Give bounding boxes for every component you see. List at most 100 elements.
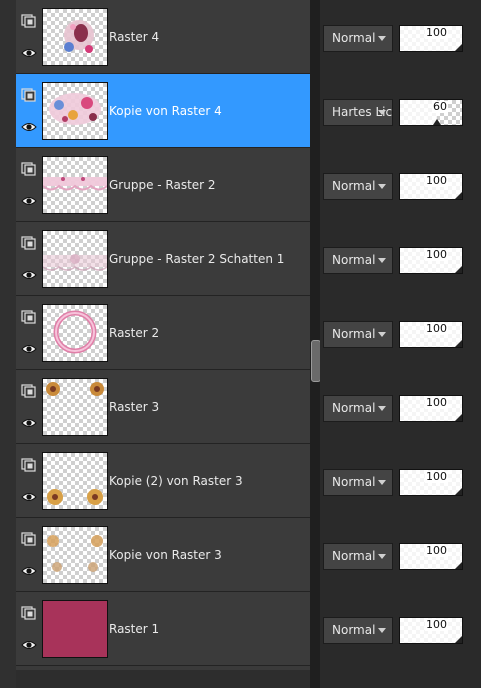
blend-mode-dropdown[interactable]: Hartes Licht (323, 99, 393, 126)
opacity-marker[interactable] (455, 636, 462, 643)
layer-name[interactable]: Kopie von Raster 3 (109, 548, 222, 562)
opacity-slider[interactable]: 100 (399, 321, 463, 348)
layer-mask-icon[interactable] (21, 162, 37, 176)
layer-name[interactable]: Kopie (2) von Raster 3 (109, 474, 243, 488)
layer-mask-icon[interactable] (21, 236, 37, 250)
opacity-value: 100 (425, 470, 448, 483)
chevron-down-icon[interactable] (378, 332, 386, 337)
opacity-marker[interactable] (455, 340, 462, 347)
chevron-down-icon[interactable] (378, 480, 386, 485)
opacity-slider[interactable]: 100 (399, 617, 463, 644)
eye-icon[interactable] (21, 268, 37, 282)
layer-properties-row: Hartes Licht 60 (320, 74, 481, 147)
chevron-down-icon[interactable] (378, 184, 386, 189)
layer-properties-row: Normal 100 (320, 444, 481, 517)
eye-icon[interactable] (21, 120, 37, 134)
layer-row[interactable]: Raster 2 (16, 296, 310, 370)
layer-name[interactable]: Raster 1 (109, 622, 159, 636)
opacity-value: 100 (425, 322, 448, 335)
opacity-value: 100 (425, 396, 448, 409)
layer-row[interactable]: Raster 1 (16, 592, 310, 666)
layer-thumbnail[interactable] (42, 8, 108, 66)
opacity-marker[interactable] (455, 192, 462, 199)
blend-mode-label: Normal (332, 31, 376, 45)
layer-row[interactable]: Kopie von Raster 3 (16, 518, 310, 592)
opacity-value: 100 (425, 618, 448, 631)
layer-properties-row: Normal 100 (320, 0, 481, 73)
layer-list-footer (16, 670, 310, 688)
blend-mode-dropdown[interactable]: Normal (323, 247, 393, 274)
layer-row[interactable]: Raster 3 (16, 370, 310, 444)
blend-mode-dropdown[interactable]: Normal (323, 321, 393, 348)
layer-thumbnail[interactable] (42, 600, 108, 658)
layer-name[interactable]: Raster 2 (109, 326, 159, 340)
layer-properties-row: Normal 100 (320, 296, 481, 369)
layer-thumbnail[interactable] (42, 526, 108, 584)
opacity-marker[interactable] (455, 414, 462, 421)
opacity-slider[interactable]: 60 (399, 99, 463, 126)
blend-mode-dropdown[interactable]: Normal (323, 543, 393, 570)
layer-properties-row: Normal 100 (320, 592, 481, 665)
blend-mode-dropdown[interactable]: Normal (323, 173, 393, 200)
layer-name[interactable]: Raster 4 (109, 30, 159, 44)
opacity-slider[interactable]: 100 (399, 25, 463, 52)
layer-properties-row: Normal 100 (320, 148, 481, 221)
opacity-value: 60 (432, 100, 448, 113)
eye-icon[interactable] (21, 46, 37, 60)
layer-mask-icon[interactable] (21, 606, 37, 620)
blend-mode-dropdown[interactable]: Normal (323, 617, 393, 644)
opacity-marker[interactable] (455, 44, 462, 51)
opacity-slider[interactable]: 100 (399, 247, 463, 274)
chevron-down-icon[interactable] (378, 554, 386, 559)
opacity-marker[interactable] (455, 562, 462, 569)
layer-name[interactable]: Kopie von Raster 4 (109, 104, 222, 118)
eye-icon[interactable] (21, 416, 37, 430)
blend-mode-label: Normal (332, 549, 376, 563)
opacity-slider[interactable]: 100 (399, 395, 463, 422)
layer-thumbnail[interactable] (42, 82, 108, 140)
layer-thumbnail[interactable] (42, 156, 108, 214)
chevron-down-icon[interactable] (378, 36, 386, 41)
chevron-down-icon[interactable] (378, 258, 386, 263)
layer-thumbnail[interactable] (42, 230, 108, 288)
layer-row[interactable]: Gruppe - Raster 2 Schatten 1 (16, 222, 310, 296)
blend-mode-label: Normal (332, 623, 376, 637)
blend-mode-dropdown[interactable]: Normal (323, 25, 393, 52)
layer-name[interactable]: Gruppe - Raster 2 (109, 178, 216, 192)
opacity-marker[interactable] (433, 119, 442, 125)
layer-name[interactable]: Gruppe - Raster 2 Schatten 1 (109, 252, 284, 266)
layer-name[interactable]: Raster 3 (109, 400, 159, 414)
blend-mode-dropdown[interactable]: Normal (323, 395, 393, 422)
eye-icon[interactable] (21, 490, 37, 504)
blend-mode-label: Normal (332, 253, 376, 267)
layer-mask-icon[interactable] (21, 88, 37, 102)
opacity-slider[interactable]: 100 (399, 469, 463, 496)
blend-mode-dropdown[interactable]: Normal (323, 469, 393, 496)
blend-mode-label: Normal (332, 179, 376, 193)
layer-thumbnail[interactable] (42, 452, 108, 510)
chevron-down-icon[interactable] (378, 628, 386, 633)
layer-properties-row: Normal 100 (320, 518, 481, 591)
eye-icon[interactable] (21, 564, 37, 578)
eye-icon[interactable] (21, 638, 37, 652)
layer-row[interactable]: Kopie von Raster 4 (16, 74, 310, 148)
layer-mask-icon[interactable] (21, 458, 37, 472)
layer-thumbnail[interactable] (42, 304, 108, 362)
layer-row[interactable]: Raster 4 (16, 0, 310, 74)
opacity-marker[interactable] (455, 266, 462, 273)
eye-icon[interactable] (21, 194, 37, 208)
opacity-slider[interactable]: 100 (399, 543, 463, 570)
eye-icon[interactable] (21, 342, 37, 356)
layer-mask-icon[interactable] (21, 532, 37, 546)
layer-mask-icon[interactable] (21, 384, 37, 398)
layer-mask-icon[interactable] (21, 14, 37, 28)
opacity-slider[interactable]: 100 (399, 173, 463, 200)
layer-thumbnail[interactable] (42, 378, 108, 436)
opacity-marker[interactable] (455, 488, 462, 495)
chevron-down-icon[interactable] (378, 110, 386, 115)
layer-mask-icon[interactable] (21, 310, 37, 324)
layer-row[interactable]: Kopie (2) von Raster 3 (16, 444, 310, 518)
layer-properties-row: Normal 100 (320, 370, 481, 443)
chevron-down-icon[interactable] (378, 406, 386, 411)
layer-row[interactable]: Gruppe - Raster 2 (16, 148, 310, 222)
